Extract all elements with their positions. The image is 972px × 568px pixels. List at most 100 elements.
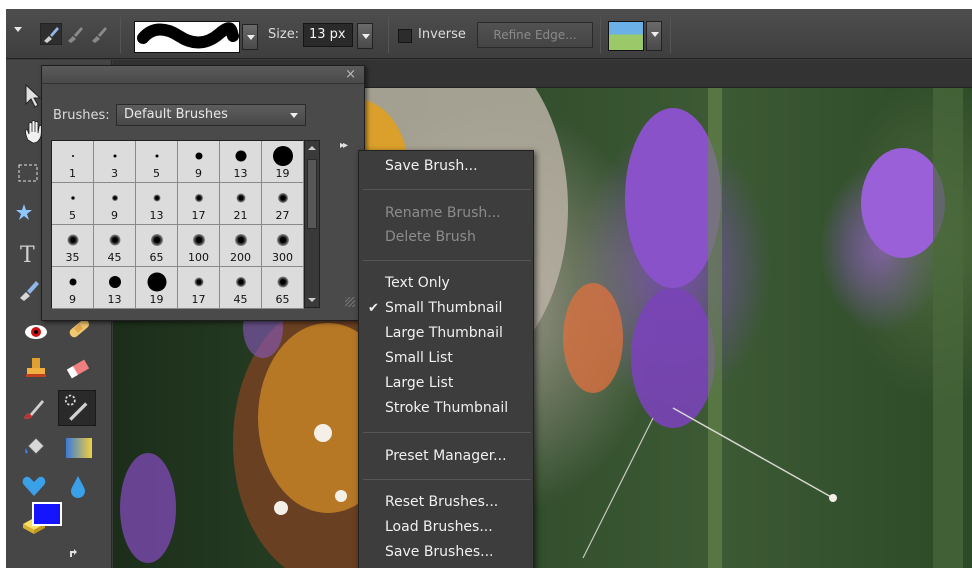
paint-bucket-icon[interactable] xyxy=(22,434,50,462)
size-dropdown-button[interactable] xyxy=(357,23,373,49)
stamp-icon[interactable] xyxy=(22,354,50,382)
brush-size-label: 19 xyxy=(149,293,164,306)
brush-panel-flyout-menu: Save Brush... Rename Brush... Delete Bru… xyxy=(358,150,534,568)
view-mode-thumbnail[interactable] xyxy=(608,21,644,51)
panel-menu-arrow-icon[interactable]: ▸▸ xyxy=(340,140,348,151)
brushes-library-select[interactable]: Default Brushes xyxy=(116,104,306,126)
brush-thumbnail[interactable]: 9 xyxy=(178,141,220,183)
menu-item-preset-manager[interactable]: Preset Manager... xyxy=(385,448,507,464)
selection-brush-icon[interactable] xyxy=(16,276,44,304)
menu-item-small-thumbnail[interactable]: Small Thumbnail xyxy=(385,300,502,316)
brush-thumbnail[interactable]: 300 xyxy=(262,225,304,267)
brush-tip-icon xyxy=(109,234,120,246)
brush-icon[interactable] xyxy=(20,394,48,422)
brush-size-label: 300 xyxy=(272,251,293,264)
brush-size-label: 17 xyxy=(191,209,206,222)
close-icon[interactable]: × xyxy=(345,67,356,82)
brush-thumbnail[interactable]: 19 xyxy=(136,267,178,309)
brush-thumbnail[interactable]: 200 xyxy=(220,225,262,267)
tool-preset-dropdown-icon[interactable] xyxy=(14,27,22,32)
view-mode-dropdown-button[interactable] xyxy=(646,21,662,51)
brush-picker-panel: × Brushes: Default Brushes ▸▸ 1 3 5 9 13 19 5 9… xyxy=(41,65,365,321)
refine-edge-button[interactable]: Refine Edge... xyxy=(477,22,593,48)
menu-item-text-only[interactable]: Text Only xyxy=(385,275,450,291)
menu-item-stroke-thumbnail[interactable]: Stroke Thumbnail xyxy=(385,400,508,416)
add-to-selection-brush-icon[interactable] xyxy=(64,23,86,45)
brush-thumbnail[interactable]: 17 xyxy=(178,183,220,225)
brush-tip-icon xyxy=(276,234,289,246)
brush-tip-icon xyxy=(67,234,78,246)
impressionist-brush-tool-selected[interactable] xyxy=(58,390,96,426)
brush-thumbnail[interactable]: 9 xyxy=(52,267,94,309)
menu-item-small-list[interactable]: Small List xyxy=(385,350,453,366)
menu-item-reset-brushes[interactable]: Reset Brushes... xyxy=(385,494,498,510)
brush-thumbnail[interactable]: 65 xyxy=(136,225,178,267)
menu-item-large-list[interactable]: Large List xyxy=(385,375,453,391)
impressionist-brush-icon xyxy=(64,394,88,421)
scrollbar-thumb[interactable] xyxy=(307,159,317,229)
brush-thumbnail[interactable]: 100 xyxy=(178,225,220,267)
swap-arrow-icon[interactable] xyxy=(66,548,84,566)
brush-tip-icon xyxy=(236,193,245,203)
brush-size-label: 45 xyxy=(107,251,122,264)
heart-shape-icon[interactable] xyxy=(20,472,48,500)
brush-thumbnail[interactable]: 45 xyxy=(220,267,262,309)
brush-thumbnail[interactable]: 19 xyxy=(262,141,304,183)
brush-thumbnail[interactable]: 35 xyxy=(52,225,94,267)
brush-thumbnail[interactable]: 5 xyxy=(136,141,178,183)
resize-grip-icon[interactable] xyxy=(345,297,355,307)
brush-thumbnail[interactable]: 13 xyxy=(220,141,262,183)
gradient-icon[interactable] xyxy=(66,438,92,458)
svg-text:T: T xyxy=(20,243,35,268)
brush-thumbnail[interactable]: 17 xyxy=(178,267,220,309)
brush-tip-icon xyxy=(194,194,203,202)
foreground-color-swatch[interactable] xyxy=(32,502,62,526)
brush-stroke-icon xyxy=(137,22,239,49)
options-bar: Size: 13 px Inverse Refine Edge... xyxy=(6,9,972,59)
brush-size-label: 5 xyxy=(153,167,160,180)
water-drop-icon[interactable] xyxy=(64,472,92,500)
toolbar-separator xyxy=(388,17,389,53)
menu-item-load-brushes[interactable]: Load Brushes... xyxy=(385,519,493,535)
menu-item-save-brushes[interactable]: Save Brushes... xyxy=(385,544,493,560)
brush-thumbnail[interactable]: 5 xyxy=(52,183,94,225)
toolbar-separator xyxy=(120,17,121,53)
scroll-down-icon[interactable] xyxy=(308,298,316,302)
brush-thumbnail[interactable]: 13 xyxy=(94,267,136,309)
brush-tip-icon xyxy=(235,277,246,287)
brush-tip-icon xyxy=(234,234,247,246)
brush-size-label: 9 xyxy=(69,293,76,306)
magic-wand-icon[interactable] xyxy=(16,200,44,228)
brush-thumbnail[interactable]: 21 xyxy=(220,183,262,225)
brush-thumbnail[interactable]: 9 xyxy=(94,183,136,225)
brush-size-label: 13 xyxy=(149,209,164,222)
brush-thumbnail[interactable]: 13 xyxy=(136,183,178,225)
brush-tip-icon xyxy=(155,154,158,158)
brush-size-label: 45 xyxy=(233,293,248,306)
brush-tip-icon xyxy=(71,155,74,157)
brush-tip-icon xyxy=(150,234,163,246)
brush-thumbnail[interactable]: 45 xyxy=(94,225,136,267)
brush-tip-icon xyxy=(277,193,288,203)
subtract-selection-brush-icon[interactable] xyxy=(88,23,110,45)
brush-tip-icon xyxy=(147,272,166,292)
brush-selection-tool-icon[interactable] xyxy=(40,23,62,45)
brush-thumbnail[interactable]: 65 xyxy=(262,267,304,309)
size-input[interactable]: 13 px xyxy=(303,23,353,47)
app-window: Size: 13 px Inverse Refine Edge... T × B… xyxy=(6,9,972,568)
eraser-icon[interactable] xyxy=(64,354,92,382)
marquee-icon[interactable] xyxy=(16,160,44,188)
brush-tip-icon xyxy=(195,152,202,160)
checkmark-icon: ✔ xyxy=(368,301,379,316)
menu-item-large-thumbnail[interactable]: Large Thumbnail xyxy=(385,325,503,341)
inverse-checkbox[interactable] xyxy=(398,29,412,43)
brush-grid-scrollbar[interactable] xyxy=(304,140,320,308)
chevron-down-icon xyxy=(290,113,298,118)
scroll-up-icon[interactable] xyxy=(308,146,316,150)
brush-picker-dropdown-button[interactable] xyxy=(242,24,258,50)
brush-stroke-preview[interactable] xyxy=(134,21,240,53)
brush-thumbnail[interactable]: 27 xyxy=(262,183,304,225)
brush-thumbnail[interactable]: 3 xyxy=(94,141,136,183)
brush-thumbnail[interactable]: 1 xyxy=(52,141,94,183)
menu-item-save-brush[interactable]: Save Brush... xyxy=(385,158,478,174)
